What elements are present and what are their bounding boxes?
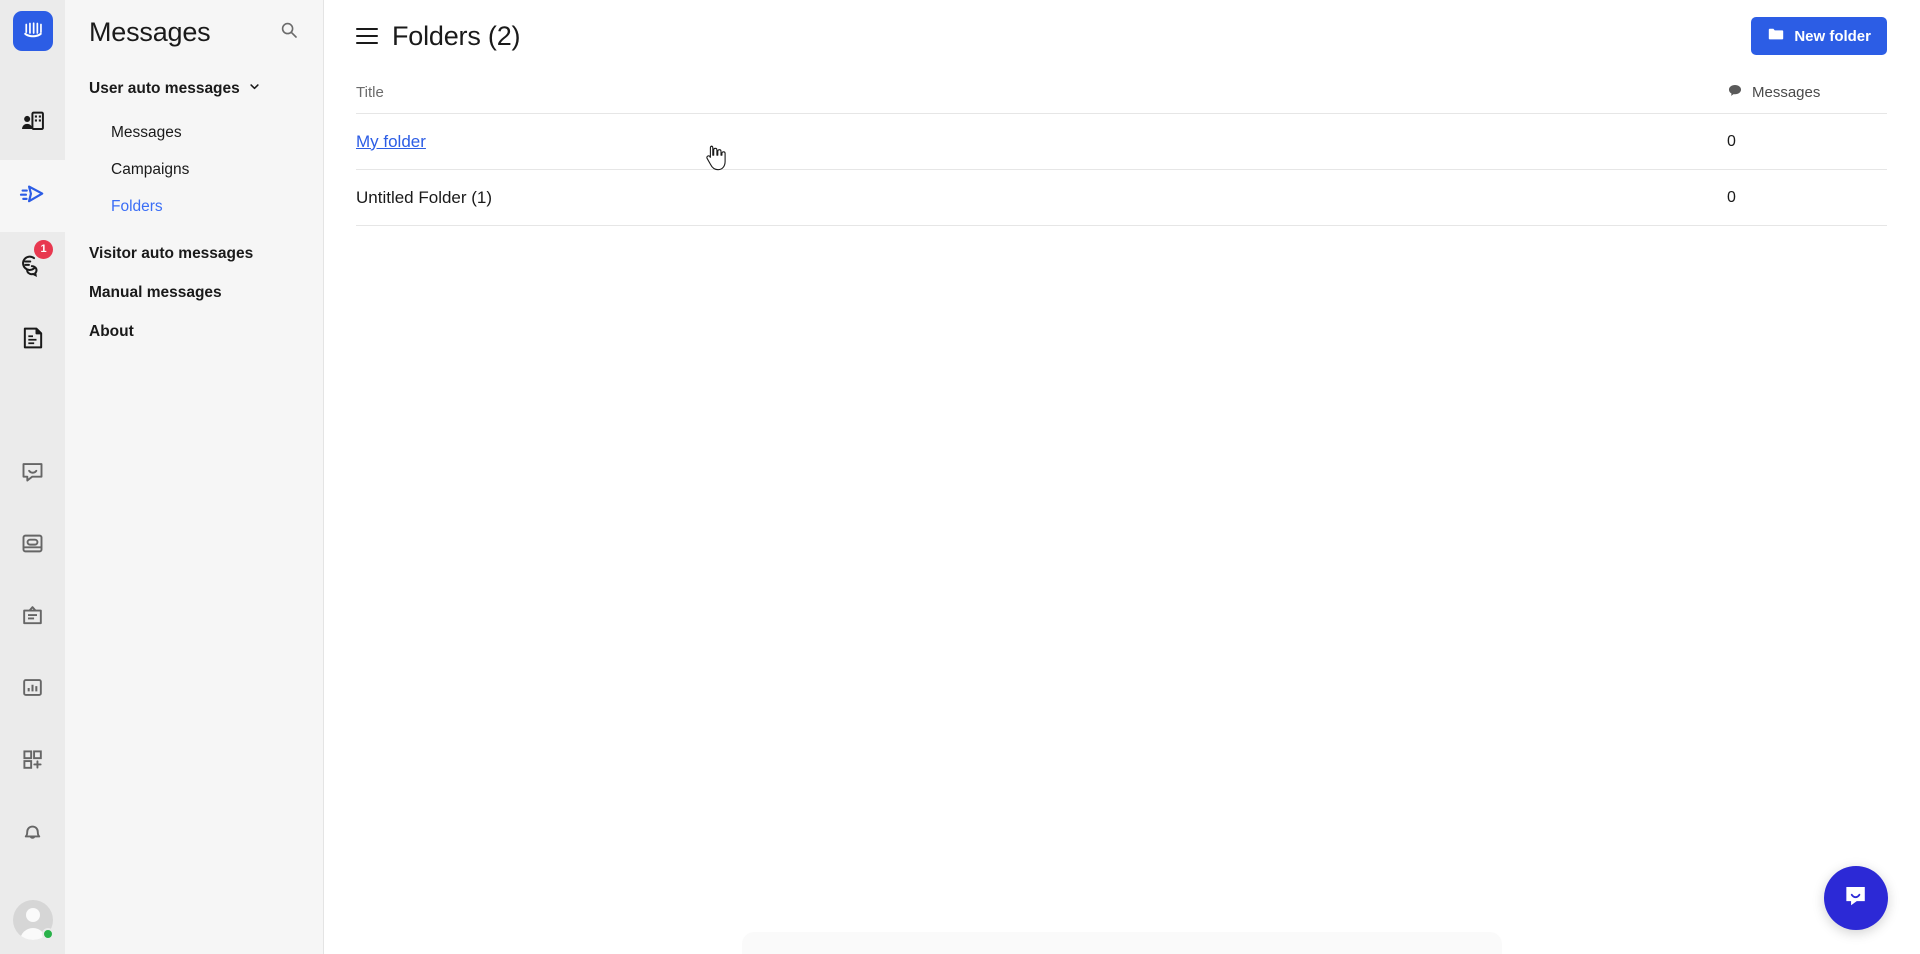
- folder-message-count: 0: [1727, 188, 1736, 206]
- sidebar-nav: User auto messages Messages Campaigns Fo…: [89, 74, 299, 351]
- articles-icon: [19, 324, 47, 357]
- app-root: 1 Messages User auto messages Messages C…: [0, 0, 1920, 954]
- avatar-head: [25, 908, 40, 922]
- intercom-logo-button[interactable]: [0, 0, 65, 62]
- presence-indicator: [41, 928, 54, 940]
- sidebar-divider-space: [89, 225, 299, 234]
- folders-table: Title Messages My folder 0 Untitled Fold…: [324, 72, 1920, 226]
- folder-title-cell: Untitled Folder (1): [356, 187, 493, 207]
- bell-icon: [19, 818, 46, 850]
- search-icon[interactable]: [279, 20, 299, 45]
- sidebar-item-visitor-auto-messages[interactable]: Visitor auto messages: [89, 234, 299, 273]
- sidebar-header: Messages: [89, 0, 299, 52]
- sidebar-item-label: Folders: [111, 197, 163, 215]
- sidebar-item-label: Campaigns: [111, 160, 190, 178]
- rail-item-contacts[interactable]: [0, 88, 65, 160]
- bottom-sheet-peek: [742, 932, 1502, 954]
- new-folder-button[interactable]: New folder: [1751, 17, 1887, 55]
- chat-bubble-icon: [1727, 83, 1743, 103]
- messenger-icon: [19, 458, 46, 490]
- hamburger-line: [356, 28, 378, 31]
- folder-title-cell: My folder: [356, 132, 1727, 152]
- folder-message-count: 0: [1727, 132, 1736, 150]
- reports-icon: [19, 674, 46, 706]
- folder-icon: [1767, 25, 1785, 47]
- rail-item-outbound[interactable]: [0, 160, 65, 232]
- sidebar-group-label: User auto messages: [89, 80, 240, 97]
- rail-item-inbox[interactable]: 1: [0, 232, 65, 304]
- rail-item-articles[interactable]: [0, 304, 65, 376]
- sidebar-item-folders[interactable]: Folders: [89, 188, 299, 225]
- hamburger-line: [356, 35, 378, 37]
- intercom-messenger-launcher[interactable]: [1824, 866, 1888, 930]
- messenger-smiley-icon: [1841, 881, 1871, 916]
- sidebar-item-messages[interactable]: Messages: [89, 114, 299, 151]
- product-tours-icon: [19, 530, 46, 562]
- rail-item-notifications[interactable]: [0, 798, 65, 870]
- folder-link-my-folder[interactable]: My folder: [356, 132, 426, 151]
- sidebar-group-user-auto-messages[interactable]: User auto messages: [89, 74, 299, 104]
- sidebar-item-label: About: [89, 322, 134, 340]
- column-header-title: Title: [356, 84, 384, 101]
- rail-item-product-tours[interactable]: [0, 510, 65, 582]
- surveys-icon: [19, 602, 46, 634]
- new-folder-label: New folder: [1794, 27, 1871, 45]
- contacts-icon: [19, 108, 47, 141]
- main-content: Folders (2) New folder Title Messages My…: [324, 0, 1920, 954]
- column-header-messages-label: Messages: [1752, 84, 1821, 101]
- inbox-unread-badge: 1: [34, 240, 53, 259]
- sidebar-item-campaigns[interactable]: Campaigns: [89, 151, 299, 188]
- messages-sidebar: Messages User auto messages Messages Cam…: [65, 0, 324, 954]
- sidebar-item-label: Messages: [111, 123, 182, 141]
- sidebar-item-label: Visitor auto messages: [89, 244, 254, 262]
- rail-item-messenger[interactable]: [0, 438, 65, 510]
- outbound-send-icon: [18, 179, 48, 214]
- hamburger-menu-icon[interactable]: [356, 25, 378, 47]
- table-row[interactable]: My folder 0: [356, 114, 1887, 170]
- chevron-down-icon: [248, 80, 261, 98]
- column-header-messages: Messages: [1727, 83, 1887, 103]
- table-row[interactable]: Untitled Folder (1) 0: [356, 170, 1887, 226]
- intercom-logo: [12, 11, 53, 51]
- hamburger-line: [356, 41, 378, 44]
- apps-add-icon: [19, 746, 46, 778]
- sidebar-title: Messages: [89, 17, 211, 47]
- sidebar-item-about[interactable]: About: [89, 312, 299, 351]
- page-title: Folders (2): [392, 20, 521, 51]
- sidebar-item-manual-messages[interactable]: Manual messages: [89, 273, 299, 312]
- primary-icon-rail: 1: [0, 0, 65, 954]
- rail-item-reports[interactable]: [0, 654, 65, 726]
- rail-item-surveys[interactable]: [0, 582, 65, 654]
- rail-item-apps[interactable]: [0, 726, 65, 798]
- table-header-row: Title Messages: [356, 72, 1887, 114]
- page-header: Folders (2) New folder: [324, 0, 1920, 72]
- user-avatar-button[interactable]: [12, 900, 54, 940]
- sidebar-item-label: Manual messages: [89, 283, 222, 301]
